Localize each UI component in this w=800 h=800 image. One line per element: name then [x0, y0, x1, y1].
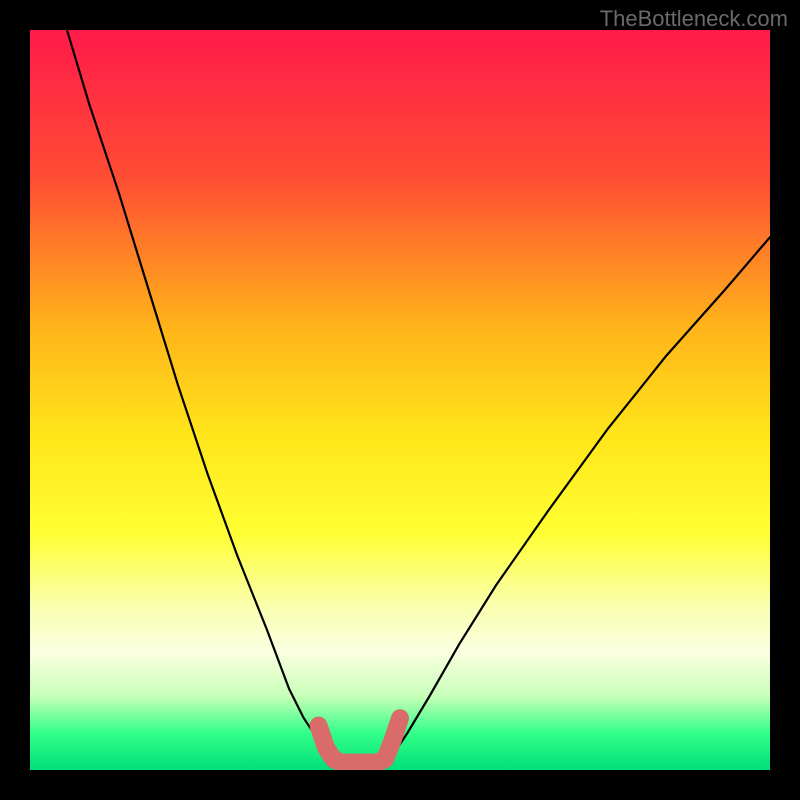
chart-svg: [30, 30, 770, 770]
chart-plot-area: [30, 30, 770, 770]
watermark-text: TheBottleneck.com: [600, 6, 788, 32]
chart-background: [30, 30, 770, 770]
